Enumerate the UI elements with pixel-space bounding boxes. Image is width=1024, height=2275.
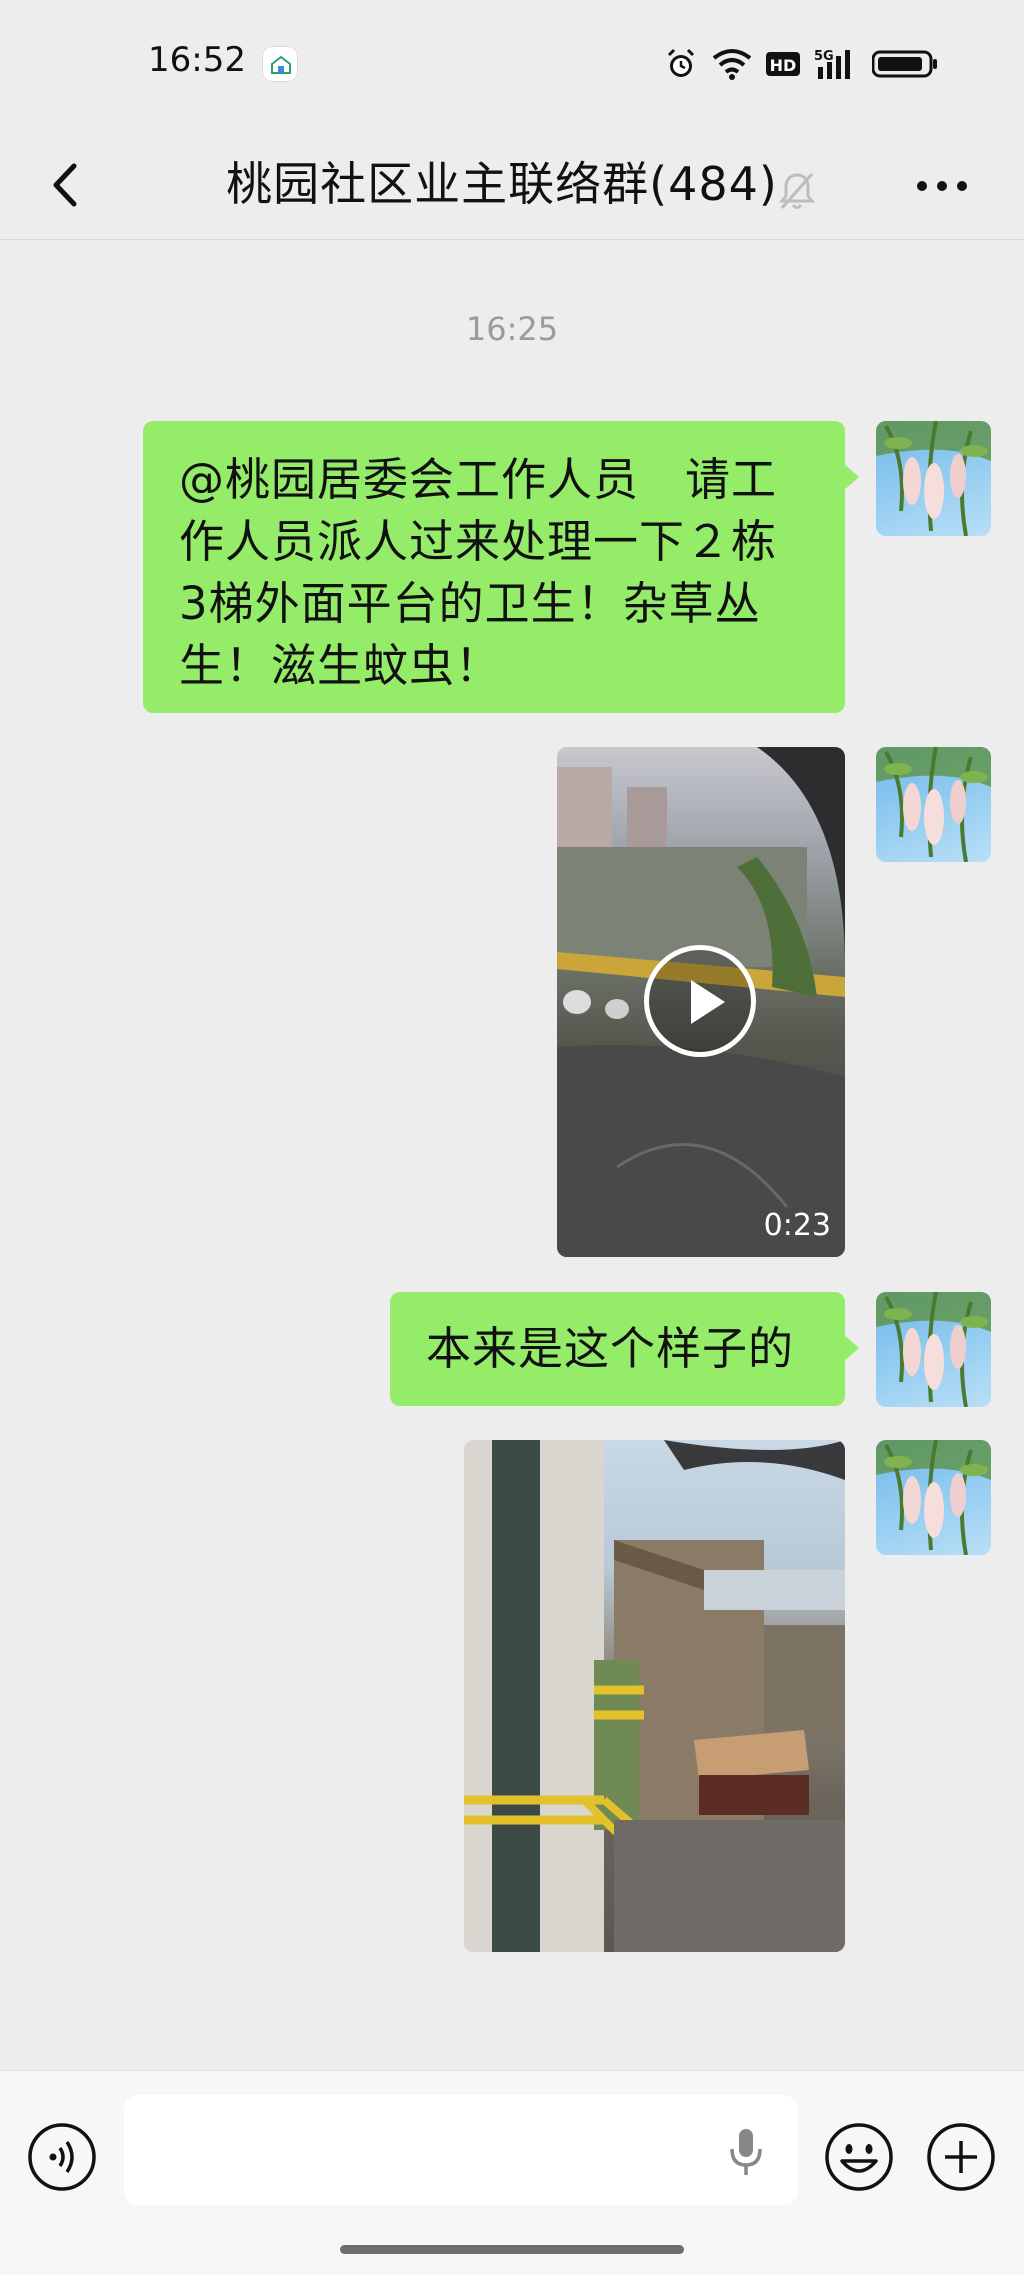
voice-button[interactable] <box>26 2121 98 2193</box>
voice-icon <box>28 2123 96 2191</box>
avatar[interactable] <box>876 421 991 536</box>
bell-muted-icon <box>777 170 817 212</box>
more-actions-button[interactable] <box>925 2121 997 2193</box>
wifi-icon <box>712 48 752 84</box>
plus-icon <box>927 2123 995 2191</box>
home-app-icon <box>262 46 298 82</box>
alarm-icon <box>664 47 698 85</box>
more-dots-icon <box>917 181 967 191</box>
chat-header: 桃园社区业主联络群(484) <box>0 130 1024 240</box>
emoji-icon <box>825 2123 893 2191</box>
status-bar: 16:52 HD 5G <box>0 0 1024 130</box>
signal-5g-icon: 5G <box>814 47 858 85</box>
status-icons: HD 5G <box>664 46 938 86</box>
message-line: 作人员派人过来处理一下２栋 <box>179 515 778 568</box>
message-line: 3梯外面平台的卫生！杂草丛 <box>179 577 761 630</box>
avatar[interactable] <box>876 1440 991 1555</box>
microphone-icon[interactable] <box>726 2127 766 2177</box>
chat-title: 桃园社区业主联络群(484) <box>226 157 778 211</box>
hd-label: HD <box>770 56 797 75</box>
input-bar <box>0 2070 1024 2275</box>
video-duration: 0:23 <box>763 1208 831 1243</box>
avatar[interactable] <box>876 1292 991 1407</box>
video-message[interactable]: 0:23 <box>557 747 845 1257</box>
home-indicator[interactable] <box>340 2245 684 2254</box>
message-bubble-text[interactable]: @桃园居委会工作人员 请工 作人员派人过来处理一下２栋 3梯外面平台的卫生！杂草… <box>143 421 859 713</box>
status-time: 16:52 <box>148 40 246 80</box>
emoji-button[interactable] <box>823 2121 895 2193</box>
image-message[interactable] <box>464 1440 845 1952</box>
network-label: 5G <box>814 49 834 64</box>
message-text: 本来是这个样子的 <box>426 1322 795 1375</box>
avatar[interactable] <box>876 747 991 862</box>
play-button[interactable] <box>644 945 756 1057</box>
hd-icon: HD <box>766 50 800 82</box>
message-input[interactable] <box>124 2095 798 2205</box>
more-button[interactable] <box>912 166 972 206</box>
message-timestamp: 16:25 <box>465 310 559 348</box>
message-bubble-text[interactable]: 本来是这个样子的 <box>390 1292 859 1406</box>
message-line: 生！滋生蚊虫！ <box>179 639 502 692</box>
message-line: @桃园居委会工作人员 请工 <box>179 453 778 506</box>
photo-thumbnail-image <box>464 1440 845 1952</box>
battery-icon <box>871 49 938 83</box>
